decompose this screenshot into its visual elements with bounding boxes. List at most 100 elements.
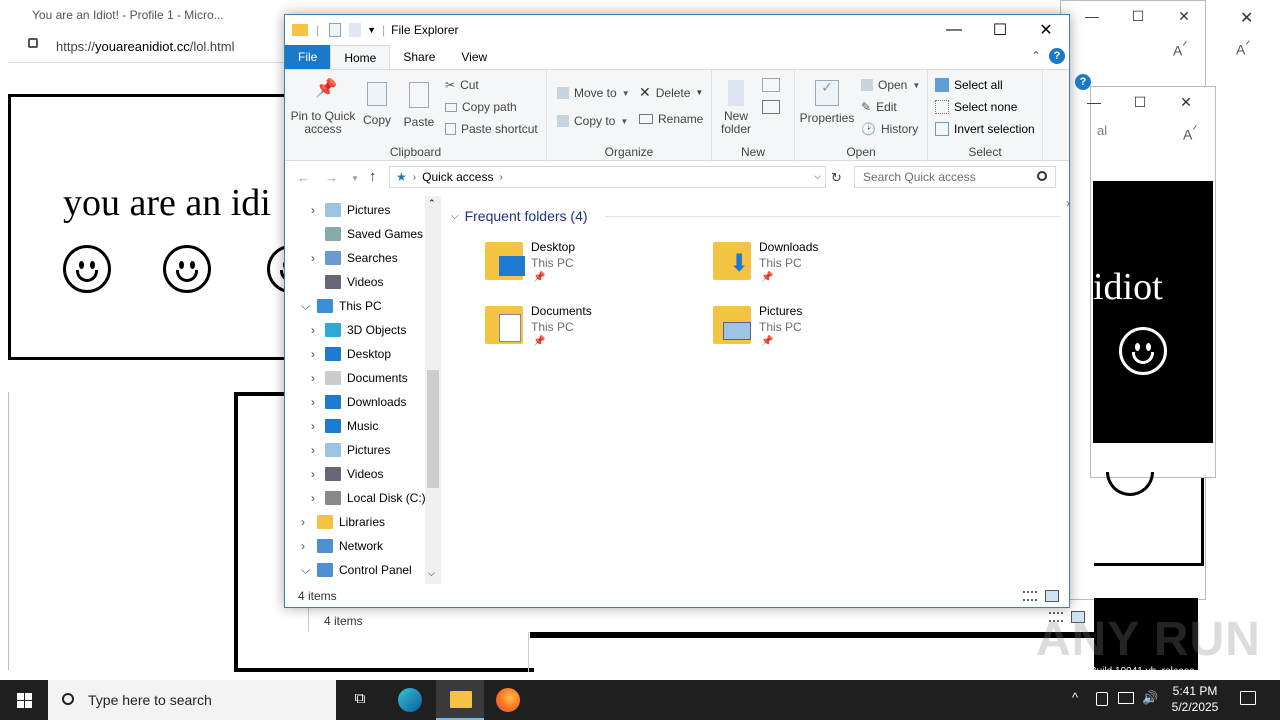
tab-file[interactable]: File <box>285 45 331 69</box>
collapsed-chevron-icon[interactable]: › <box>311 371 315 385</box>
scroll-down-icon[interactable]: ⌵ <box>428 568 435 579</box>
frequent-folders-header[interactable]: ⌵ Frequent folders (4) <box>451 208 588 224</box>
close-icon[interactable]: ✕ <box>1161 1 1207 31</box>
close-icon[interactable]: ✕ <box>1240 8 1253 28</box>
select-all-button[interactable]: Select all <box>935 78 1003 92</box>
collapsed-chevron-icon[interactable]: › <box>311 251 315 265</box>
nav-item[interactable]: › Documents <box>311 366 408 390</box>
maximize-button[interactable]: ☐ <box>977 15 1023 45</box>
nav-item[interactable]: › Music <box>311 414 378 438</box>
minimize-icon[interactable]: — <box>1069 1 1115 31</box>
address-dropdown-icon[interactable]: ⌵ <box>814 171 821 182</box>
nav-item[interactable]: › Desktop <box>311 342 391 366</box>
properties-button[interactable]: ✓ Properties <box>799 80 855 125</box>
details-view-icon[interactable] <box>1023 591 1037 601</box>
browser-tab[interactable]: You are an Idiot! - Profile 1 - Micro... <box>18 0 298 30</box>
nav-scrollbar[interactable]: ⌃ ⌵ <box>425 196 441 584</box>
back-arrow-icon[interactable]: ← <box>297 170 310 185</box>
open-button[interactable]: Open ▼ <box>861 78 920 92</box>
forward-arrow-icon[interactable]: → <box>325 170 338 185</box>
start-button[interactable] <box>0 680 48 720</box>
collapsed-chevron-icon[interactable]: › <box>311 419 315 433</box>
nav-item[interactable]: › Libraries <box>301 510 385 534</box>
folder-tile-downloads[interactable]: ⬇ Downloads This PC 📌 <box>713 240 933 300</box>
pin-quick-access-button[interactable]: 📌 Pin to Quick access <box>289 79 357 136</box>
address-bar[interactable]: ★ › Quick access › ⌵ <box>389 166 826 188</box>
firefox-icon[interactable] <box>496 688 520 712</box>
folder-tile-documents[interactable]: Documents This PC 📌 <box>485 304 705 364</box>
chevron-up-icon[interactable]: ^ <box>1072 690 1078 705</box>
reader-icon[interactable]: Aᐟ <box>1183 123 1197 143</box>
copy-to-button[interactable]: Copy to ▼ <box>557 114 628 128</box>
nav-item[interactable]: › Searches <box>311 246 398 270</box>
tab-view[interactable]: View <box>448 45 500 69</box>
nav-item[interactable]: ⌵ This PC <box>301 294 382 318</box>
scroll-thumb[interactable] <box>427 370 439 488</box>
nav-item[interactable]: ⌵ Control Panel <box>301 558 412 582</box>
folder-tile-pictures[interactable]: Pictures This PC 📌 <box>713 304 933 364</box>
rename-button[interactable]: Rename <box>639 112 703 126</box>
expanded-chevron-icon[interactable]: ⌵ <box>301 563 310 578</box>
collapsed-chevron-icon[interactable]: › <box>311 203 315 217</box>
collapsed-chevron-icon[interactable]: › <box>311 323 315 337</box>
volume-icon[interactable]: 🔊 <box>1142 690 1158 706</box>
collapsed-chevron-icon[interactable]: › <box>301 539 305 553</box>
invert-selection-button[interactable]: Invert selection <box>935 122 1035 136</box>
close-icon[interactable]: ✕ <box>1163 87 1209 117</box>
cut-button[interactable]: ✂ Cut <box>445 78 479 92</box>
reader-icon[interactable]: Aᐟ <box>1173 39 1187 59</box>
chevron-right-icon[interactable]: › <box>1066 196 1070 210</box>
maximize-icon[interactable]: ☐ <box>1115 1 1161 31</box>
collapsed-chevron-icon[interactable]: › <box>311 491 315 505</box>
collapsed-chevron-icon[interactable]: › <box>301 515 305 529</box>
close-button[interactable]: ✕ <box>1023 15 1069 45</box>
properties-qat-icon[interactable] <box>329 23 342 37</box>
clock[interactable]: 5:41 PM 5/2/2025 <box>1168 683 1222 715</box>
maximize-icon[interactable]: ☐ <box>1117 87 1163 117</box>
minimize-button[interactable]: — <box>931 15 977 45</box>
minimize-icon[interactable]: — <box>1071 87 1117 117</box>
breadcrumb-location[interactable]: Quick access <box>422 170 493 184</box>
history-button[interactable]: 🕑 History <box>861 122 918 136</box>
copy-button[interactable]: Copy <box>361 82 393 127</box>
expanded-chevron-icon[interactable]: ⌵ <box>301 299 310 314</box>
nav-item[interactable]: › 3D Objects <box>311 318 406 342</box>
collapsed-chevron-icon[interactable]: › <box>311 467 315 481</box>
new-folder-button[interactable]: New folder <box>716 80 756 136</box>
nav-item[interactable]: › Videos <box>311 462 383 486</box>
help-icon[interactable]: ? <box>1049 48 1065 64</box>
file-explorer-taskbar-icon[interactable] <box>436 680 484 720</box>
copy-path-button[interactable]: Copy path <box>445 100 517 114</box>
collapsed-chevron-icon[interactable]: › <box>311 347 315 361</box>
taskbar-search[interactable]: Type here to search <box>48 680 336 720</box>
task-view-icon[interactable]: ⧉ <box>348 690 372 710</box>
device-icon[interactable] <box>1096 692 1108 706</box>
move-to-button[interactable]: Move to ▼ <box>557 86 630 100</box>
help-icon[interactable]: ? <box>1075 74 1091 90</box>
nav-item[interactable]: › Downloads <box>311 390 406 414</box>
notification-icon[interactable] <box>1240 691 1256 705</box>
easy-access-icon[interactable] <box>762 100 780 114</box>
tab-share[interactable]: Share <box>390 45 448 69</box>
folder-tile-desktop[interactable]: Desktop This PC 📌 <box>485 240 705 300</box>
nav-item[interactable]: Saved Games <box>325 222 423 246</box>
delete-button[interactable]: ✕ Delete ▼ <box>639 84 703 101</box>
recent-dropdown-icon[interactable]: ▼ <box>351 174 359 183</box>
scroll-up-icon[interactable]: ⌃ <box>428 198 436 209</box>
paste-button[interactable]: Paste <box>403 82 435 129</box>
tab-home[interactable]: Home <box>330 45 391 69</box>
new-folder-qat-icon[interactable] <box>349 23 362 37</box>
collapse-ribbon-icon[interactable]: ⌃ <box>1031 49 1041 63</box>
search-box[interactable]: Search Quick access <box>854 166 1056 188</box>
nav-item[interactable]: Videos <box>325 270 383 294</box>
paste-shortcut-button[interactable]: Paste shortcut <box>445 122 538 136</box>
new-item-icon[interactable] <box>762 78 780 92</box>
up-arrow-icon[interactable]: ↑ <box>369 168 377 185</box>
refresh-icon[interactable]: ↻ <box>831 170 842 186</box>
edge-icon[interactable] <box>398 688 422 712</box>
nav-item[interactable]: › Pictures <box>311 438 390 462</box>
collapsed-chevron-icon[interactable]: › <box>311 395 315 409</box>
address-bar[interactable]: https://youareanidiot.cc/lol.html <box>8 32 298 60</box>
nav-item[interactable]: › Pictures <box>311 198 390 222</box>
collapsed-chevron-icon[interactable]: › <box>311 443 315 457</box>
